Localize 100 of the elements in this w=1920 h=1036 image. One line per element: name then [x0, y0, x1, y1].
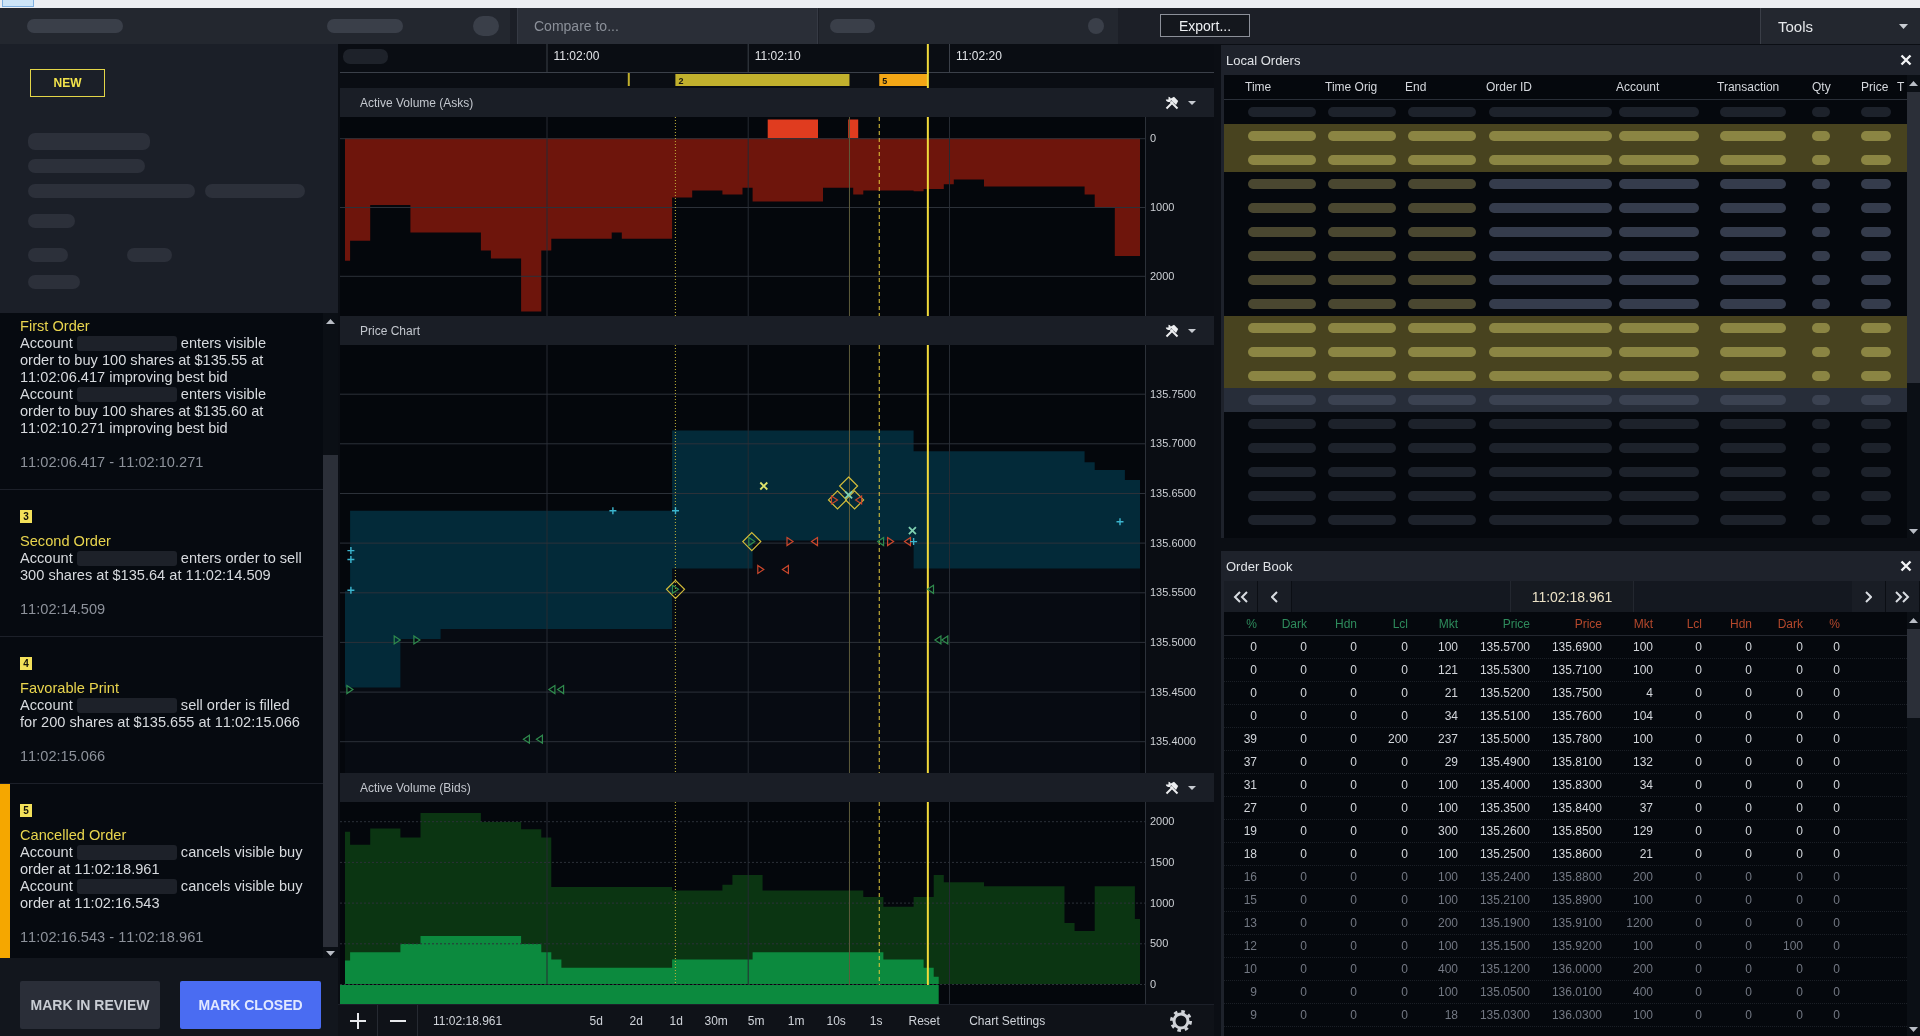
column-header[interactable]: Account	[1616, 80, 1717, 94]
table-row[interactable]: 10 0 0 0 400 135.1200 136.0000 200 0 0 0 0	[1224, 958, 1907, 981]
dropdown-field[interactable]	[0, 8, 510, 44]
column-header[interactable]: Mkt	[1408, 616, 1458, 631]
action-button[interactable]: MARK IN REVIEW	[20, 981, 160, 1029]
first-button[interactable]	[1224, 581, 1258, 612]
close-button[interactable]	[1900, 54, 1912, 66]
axis-label: 135.4000	[1150, 735, 1196, 748]
table-row[interactable]	[1224, 388, 1907, 412]
table-row[interactable]: 31 0 0 0 100 135.4000 135.8300 34 0 0 0 0	[1224, 774, 1907, 797]
table-cell-text: 100	[1631, 893, 1653, 907]
table-row[interactable]: 18 0 0 0 100 135.2500 135.8600 21 0 0 0 0	[1224, 843, 1907, 866]
range-button[interactable]: 1d	[656, 1009, 697, 1032]
table-row[interactable]: 13 0 0 0 200 135.1900 135.9100 1200 0 0 0 0	[1224, 912, 1907, 935]
dropdown-field[interactable]	[819, 8, 1118, 44]
table-cell-text: 100	[1781, 939, 1803, 953]
last-button[interactable]	[1886, 581, 1920, 612]
column-header[interactable]: Lcl	[1357, 616, 1408, 631]
caret-up-icon[interactable]	[1909, 618, 1918, 623]
column-header[interactable]: Time	[1245, 80, 1325, 94]
column-header[interactable]: Qty	[1812, 80, 1861, 94]
caret-up-icon[interactable]	[1909, 81, 1918, 86]
triangle-marker	[522, 734, 530, 745]
table-row[interactable]: 27 0 0 0 100 135.3500 135.8400 37 0 0 0 0	[1224, 797, 1907, 820]
event-card[interactable]: 5 Cancelled Order Account cancels visible buy order at 11:02:18.961 Account cancels visible buy order at 11:02:16.543 11:02:16.543 - 11:02:18.961	[0, 784, 323, 958]
caret-down-icon[interactable]	[326, 951, 335, 956]
column-header[interactable]: Dark	[1752, 616, 1803, 631]
table-row[interactable]: 9 0 0 0 18 135.0300 136.0300 100 0 0 0 0	[1224, 1004, 1907, 1027]
table-cell-text: 39	[1242, 732, 1257, 746]
column-header[interactable]: Time Orig	[1325, 80, 1405, 94]
table-row[interactable]: 0 0 0 0 121 135.5300 135.7100 100 0 0 0 0	[1224, 659, 1907, 682]
scrollbar[interactable]	[323, 313, 338, 958]
table-row[interactable]: 0 0 0 0 21 135.5200 135.7500 4 0 0 0 0	[1224, 682, 1907, 705]
column-header[interactable]: %	[1803, 616, 1840, 631]
column-header[interactable]: Price	[1530, 616, 1602, 631]
close-button[interactable]	[1900, 560, 1912, 572]
chart-settings-button[interactable]: Chart Settings	[961, 1009, 1054, 1032]
compare-field[interactable]: Compare to...	[517, 8, 818, 44]
range-button[interactable]: 5d	[576, 1009, 617, 1032]
chart-tools-button[interactable]	[1165, 323, 1196, 338]
table-cell-text: 0	[1400, 778, 1408, 792]
column-header[interactable]: Price	[1861, 80, 1897, 94]
column-header[interactable]: Order ID	[1486, 80, 1616, 94]
export-button[interactable]: Export...	[1160, 14, 1250, 37]
column-header[interactable]: Hdn	[1307, 616, 1357, 631]
chart-tools-button[interactable]	[1165, 780, 1196, 795]
reset-button[interactable]: Reset	[896, 1009, 953, 1032]
action-button[interactable]: MARK CLOSED	[180, 981, 321, 1029]
scrollbar[interactable]	[1907, 75, 1920, 538]
table-row[interactable]: 0 0 0 0 34 135.5100 135.7600 104 0 0 0 0	[1224, 705, 1907, 728]
column-header[interactable]: Lcl	[1653, 616, 1702, 631]
previous-button[interactable]	[1258, 581, 1292, 612]
table-row[interactable]: 12 0 0 0 100 135.1500 135.9200 100 0 0 100 0	[1224, 935, 1907, 958]
table-row[interactable]: 9 0 0 0 100 135.0500 136.0100 400 0 0 0 0	[1224, 981, 1907, 1004]
column-header[interactable]: Dark	[1257, 616, 1307, 631]
scrollbar[interactable]	[1907, 612, 1920, 1036]
column-header[interactable]: Mkt	[1602, 616, 1653, 631]
event-range-bar[interactable]: 5	[879, 74, 928, 86]
table-cell-text: 0	[1832, 663, 1840, 677]
next-button[interactable]	[1852, 581, 1886, 612]
caret-down-icon[interactable]	[1909, 1027, 1918, 1032]
table-cell-text: 100	[1631, 663, 1653, 677]
table-cell-text: 0	[1832, 709, 1840, 723]
event-card[interactable]: 3 Second Order Account enters order to sell 300 shares at $135.64 at 11:02:14.509 11:02:14.509	[0, 490, 323, 637]
scrollbar-thumb[interactable]	[323, 455, 338, 947]
range-button[interactable]: 10s	[816, 1009, 857, 1032]
column-header[interactable]: Hdn	[1702, 616, 1752, 631]
column-header[interactable]: %	[1224, 616, 1257, 631]
table-row[interactable]: 15 0 0 0 100 135.2100 135.8900 100 0 0 0 0	[1224, 889, 1907, 912]
table-row[interactable]	[1224, 124, 1907, 148]
menu-item[interactable]	[2, 0, 34, 7]
settings-button[interactable]	[1170, 1009, 1192, 1032]
column-header[interactable]: Price	[1458, 616, 1530, 631]
column-header[interactable]: T	[1897, 80, 1907, 94]
table-row[interactable]: 0 0 0 0 100 135.5700 135.6900 100 0 0 0 0	[1224, 636, 1907, 659]
range-button[interactable]: 5m	[736, 1009, 777, 1032]
range-button[interactable]: 2d	[616, 1009, 657, 1032]
table-cell-text: 100	[1436, 893, 1458, 907]
axis-label: 1500	[1150, 855, 1175, 868]
column-header[interactable]: End	[1405, 80, 1486, 94]
table-row[interactable]: 39 0 0 200 237 135.5000 135.7800 100 0 0 0 0	[1224, 728, 1907, 751]
range-button[interactable]: 1m	[776, 1009, 817, 1032]
event-range-bar[interactable]: 2	[675, 74, 850, 86]
caret-down-icon[interactable]	[1909, 529, 1918, 534]
tools-menu[interactable]: Tools	[1760, 8, 1920, 44]
chart-tools-button[interactable]	[1165, 95, 1196, 110]
range-button[interactable]: 1s	[856, 1009, 897, 1032]
column-header[interactable]: Transaction	[1717, 80, 1812, 94]
scrollbar-thumb[interactable]	[1907, 629, 1920, 718]
caret-up-icon[interactable]	[326, 319, 335, 324]
table-row[interactable]	[1224, 364, 1907, 388]
range-button[interactable]: 30m	[696, 1009, 737, 1032]
table-row[interactable]: 16 0 0 0 100 135.2400 135.8800 200 0 0 0 0	[1224, 866, 1907, 889]
blurred-text	[1408, 251, 1476, 261]
table-row[interactable]	[1224, 148, 1907, 172]
table-row[interactable]	[1224, 316, 1907, 340]
table-row[interactable]: 19 0 0 0 300 135.2600 135.8500 129 0 0 0 0	[1224, 820, 1907, 843]
table-row[interactable]: 37 0 0 0 29 135.4900 135.8100 132 0 0 0 0	[1224, 751, 1907, 774]
event-card[interactable]: 4 Favorable Print Account sell order is filled for 200 shares at $135.655 at 11:02:15.066 11:02:15.066	[0, 637, 323, 784]
scrollbar-thumb[interactable]	[1907, 92, 1920, 383]
